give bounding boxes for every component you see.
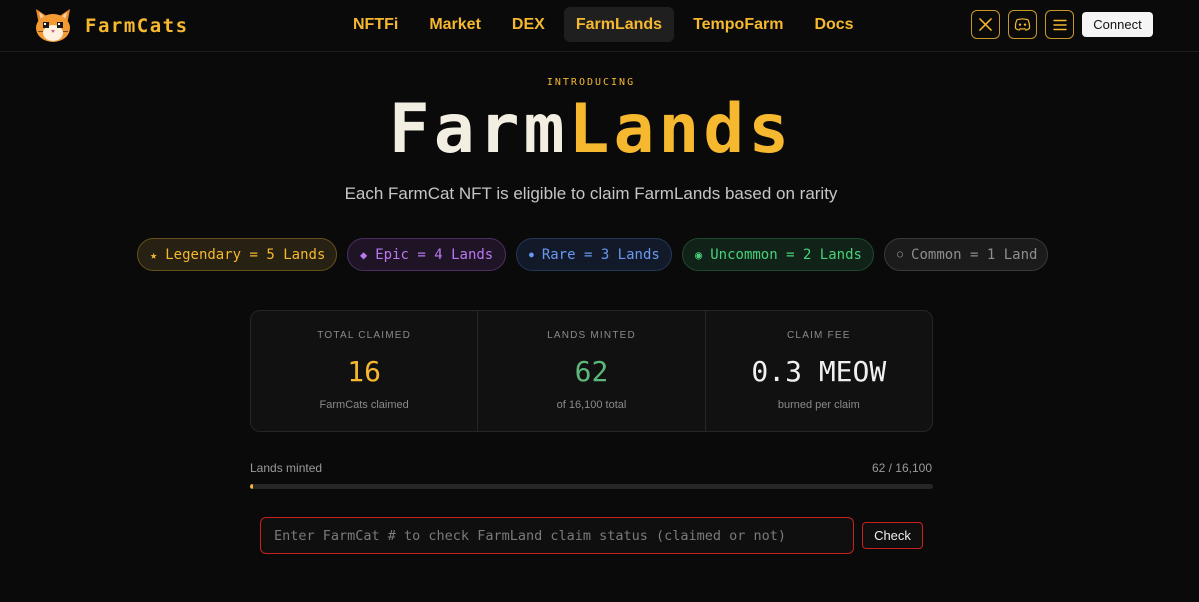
- stat-claim-fee: CLAIM FEE 0.3 MEOW burned per claim: [704, 311, 932, 431]
- badge-label: Rare = 3 Lands: [541, 246, 660, 263]
- x-icon: [979, 18, 992, 31]
- progress-count: 62 / 16,100: [871, 461, 932, 475]
- progress-label: Lands minted: [250, 461, 323, 475]
- brand-name: FarmCats: [85, 15, 189, 37]
- menu-button[interactable]: [1045, 10, 1074, 39]
- stat-label: CLAIM FEE: [787, 330, 851, 341]
- badge-common: ○ Common = 1 Land: [884, 238, 1048, 271]
- title-part-lands: Lands: [568, 90, 794, 169]
- connect-button[interactable]: Connect: [1082, 12, 1153, 37]
- diamond-icon: ◆: [360, 247, 368, 262]
- nav-item-docs[interactable]: Docs: [802, 7, 865, 42]
- check-button[interactable]: Check: [862, 522, 923, 549]
- menu-icon: [1052, 19, 1067, 30]
- cat-logo-icon: [36, 9, 70, 42]
- nav-item-market[interactable]: Market: [417, 7, 493, 42]
- nav-item-dex[interactable]: DEX: [500, 7, 557, 42]
- progress-bar: [250, 484, 933, 489]
- page-title: FarmLands: [0, 96, 1182, 164]
- badge-label: Epic = 4 Lands: [375, 246, 494, 263]
- nav-item-nftfi[interactable]: NFTFi: [341, 7, 410, 42]
- badge-rare: ● Rare = 3 Lands: [516, 238, 672, 271]
- farmcat-number-input[interactable]: [260, 517, 854, 554]
- nav-item-farmlands[interactable]: FarmLands: [563, 7, 675, 42]
- target-dot-icon: ◉: [695, 247, 703, 262]
- dot-icon: ●: [529, 250, 534, 259]
- stat-value: 0.3 MEOW: [751, 355, 887, 388]
- main-nav: NFTFi Market DEX FarmLands TempoFarm Doc…: [341, 7, 866, 42]
- stat-sub: of 16,100 total: [556, 399, 627, 411]
- star-icon: ★: [150, 247, 158, 262]
- badge-label: Uncommon = 2 Lands: [710, 246, 862, 263]
- stat-sub: FarmCats claimed: [319, 399, 409, 411]
- rarity-badges: ★ Legendary = 5 Lands ◆ Epic = 4 Lands ●…: [137, 238, 1048, 271]
- top-nav-bar: FarmCats NFTFi Market DEX FarmLands Temp…: [0, 0, 1199, 52]
- x-social-button[interactable]: [971, 10, 1000, 39]
- stat-value: 62: [574, 355, 609, 388]
- stat-label: LANDS MINTED: [547, 330, 636, 341]
- stat-sub: burned per claim: [777, 399, 860, 411]
- nav-item-tempofarm[interactable]: TempoFarm: [681, 7, 795, 42]
- stat-total-claimed: TOTAL CLAIMED 16 FarmCats claimed: [251, 311, 477, 431]
- stat-label: TOTAL CLAIMED: [317, 330, 412, 341]
- brand[interactable]: FarmCats: [33, 7, 189, 45]
- badge-legendary: ★ Legendary = 5 Lands: [137, 238, 337, 271]
- discord-icon: [1014, 18, 1031, 31]
- hero-subtitle: Each FarmCat NFT is eligible to claim Fa…: [344, 184, 838, 203]
- stat-lands-minted: LANDS MINTED 62 of 16,100 total: [477, 311, 704, 431]
- stat-value: 16: [347, 355, 382, 388]
- progress-fill: [250, 484, 253, 489]
- stats-panel: TOTAL CLAIMED 16 FarmCats claimed LANDS …: [250, 310, 933, 432]
- badge-epic: ◆ Epic = 4 Lands: [347, 238, 506, 271]
- hero-kicker: INTRODUCING: [546, 77, 636, 88]
- discord-button[interactable]: [1008, 10, 1037, 39]
- badge-label: Legendary = 5 Lands: [165, 246, 326, 263]
- circle-outline-icon: ○: [897, 249, 904, 260]
- badge-label: Common = 1 Land: [911, 246, 1038, 263]
- title-part-farm: Farm: [388, 90, 569, 169]
- badge-uncommon: ◉ Uncommon = 2 Lands: [682, 238, 874, 271]
